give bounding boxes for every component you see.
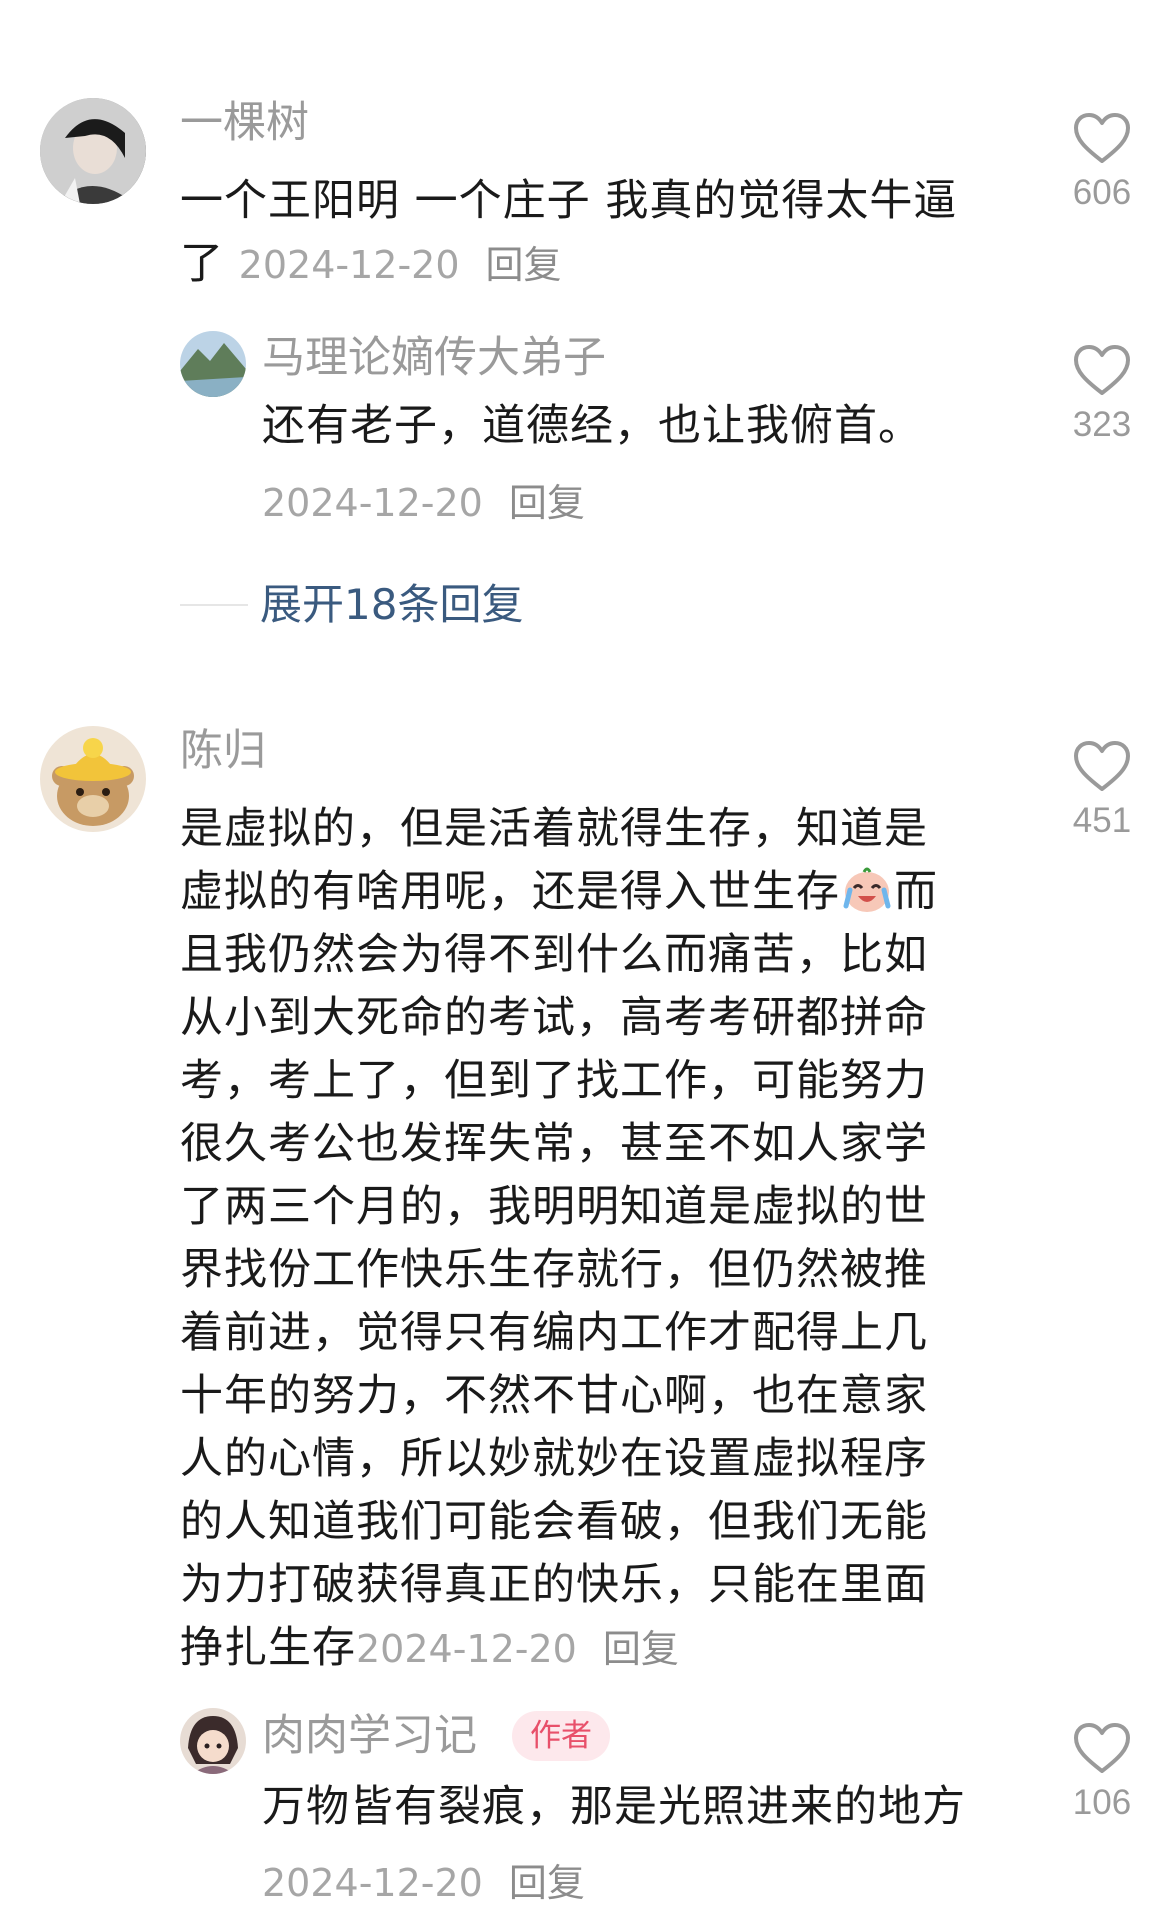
avatar-landscape-icon (180, 331, 246, 397)
like-button[interactable]: 451 (1067, 740, 1137, 842)
like-button[interactable]: 606 (1067, 112, 1137, 214)
comment-text: 一个王阳明 一个庄子 我真的觉得太牛逼 了 2024-12-20 回复 (180, 170, 957, 297)
comment-date: 2024-12-20 (356, 1627, 577, 1671)
user-avatar[interactable] (40, 98, 146, 204)
comment-line-text: 虚拟的有啥用呢，还是得入世生存 (180, 867, 840, 917)
comment-line-last: 挣扎生存2024-12-20 回复 (180, 1617, 938, 1681)
comment-line: 很久考公也发挥失常，甚至不如人家学 (180, 1119, 928, 1169)
reply-text: 还有老子，道德经，也让我俯首。 (262, 401, 922, 451)
username[interactable]: 陈归 (180, 726, 266, 776)
comment-line: 着前进，觉得只有编内工作才配得上几 (180, 1308, 928, 1358)
comment-line: 且我仍然会为得不到什么而痛苦，比如 (180, 930, 928, 980)
reply-user-avatar[interactable] (180, 331, 246, 397)
reply-button[interactable]: 回复 (509, 481, 585, 525)
comment-line: 的人知道我们可能会看破，但我们无能 (180, 1497, 928, 1547)
reply-username[interactable]: 马理论嫡传大弟子 (262, 333, 606, 383)
reply-like-button[interactable]: 106 (1067, 1722, 1137, 1824)
comment-line: 为力打破获得真正的快乐，只能在里面 (180, 1560, 928, 1610)
comment-line: 挣扎生存 (180, 1623, 356, 1673)
reply-like-button[interactable]: 323 (1067, 344, 1137, 446)
comment-line: 十年的努力，不然不甘心啊，也在意家 (180, 1371, 928, 1421)
heart-outline-icon (1074, 113, 1130, 163)
comment-line: 考，考上了，但到了找工作，可能努力 (180, 1056, 928, 1106)
author-badge: 作者 (512, 1711, 610, 1761)
divider (180, 604, 248, 606)
avatar-anime-girl-icon (180, 1708, 246, 1774)
reply-user-avatar[interactable] (180, 1708, 246, 1774)
user-avatar[interactable] (40, 726, 146, 832)
reply-text: 万物皆有裂痕，那是光照进来的地方 (262, 1782, 966, 1832)
comment-line-tail: 而 (894, 867, 938, 917)
expand-replies-button[interactable]: 展开18条回复 (180, 580, 523, 630)
reply-meta: 2024-12-20 回复 (262, 1852, 585, 1915)
heart-outline-icon (1074, 741, 1130, 791)
like-count: 451 (1072, 801, 1132, 840)
reply-button[interactable]: 回复 (486, 243, 562, 287)
reply-meta: 2024-12-20 回复 (262, 472, 585, 535)
reply-username[interactable]: 肉肉学习记 (262, 1711, 477, 1761)
like-count: 106 (1072, 1783, 1132, 1822)
comment-line: 虚拟的有啥用呢，还是得入世生存 而 (180, 861, 938, 924)
reply-date: 2024-12-20 (262, 481, 483, 525)
crying-laughing-emoji (843, 867, 891, 912)
comment-line: 一个王阳明 一个庄子 我真的觉得太牛逼 (180, 176, 958, 226)
username[interactable]: 一棵树 (180, 98, 309, 148)
comment-line: 了两三个月的，我明明知道是虚拟的世 (180, 1182, 928, 1232)
comment-line: 界找份工作快乐生存就行，但仍然被推 (180, 1245, 928, 1295)
like-count: 606 (1072, 173, 1132, 212)
comment-date: 2024-12-20 (238, 243, 460, 287)
reply-date: 2024-12-20 (262, 1861, 483, 1905)
comment-line: 人的心情，所以妙就妙在设置虚拟程序 (180, 1434, 928, 1484)
avatar-bear-icon (40, 726, 146, 832)
reply-button[interactable]: 回复 (509, 1861, 585, 1905)
avatar-portrait-icon (40, 98, 146, 204)
comment-text: 是虚拟的，但是活着就得生存，知道是 虚拟的有啥用呢，还是得入世生存 而 且我仍然会… (180, 798, 938, 1681)
heart-outline-icon (1074, 1723, 1130, 1773)
comment-line-last: 了 2024-12-20 回复 (180, 233, 957, 297)
comment-line: 从小到大死命的考试，高考考研都拼命 (180, 993, 928, 1043)
comment-line: 是虚拟的，但是活着就得生存，知道是 (180, 804, 928, 854)
like-count: 323 (1072, 405, 1132, 444)
reply-button[interactable]: 回复 (603, 1627, 679, 1671)
heart-outline-icon (1074, 345, 1130, 395)
comment-line: 了 (180, 239, 224, 289)
expand-replies-label: 展开18条回复 (260, 580, 524, 629)
